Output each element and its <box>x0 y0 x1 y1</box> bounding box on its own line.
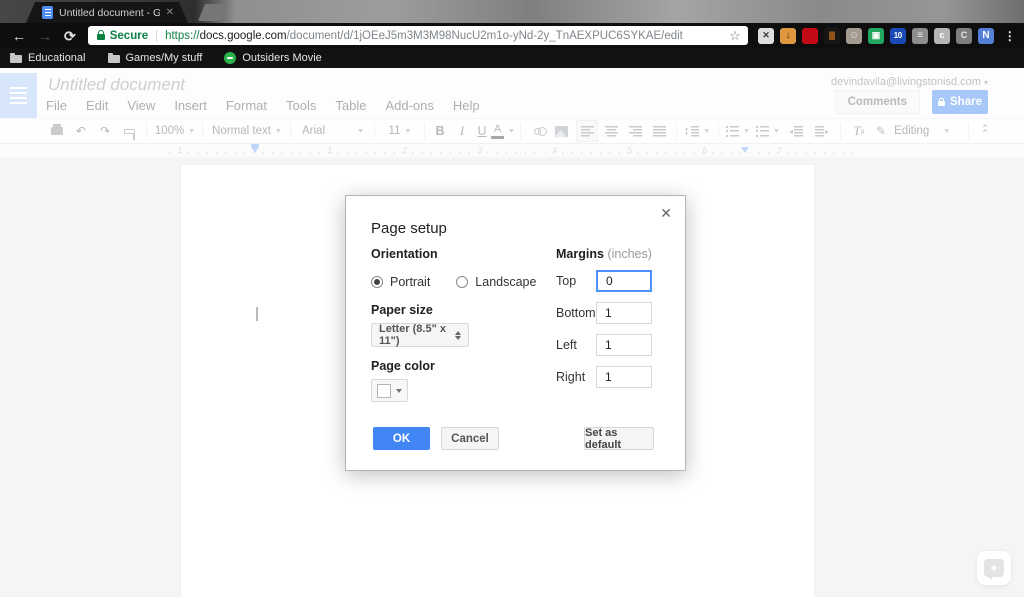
margin-left-label: Left <box>556 338 596 352</box>
margin-left-input[interactable] <box>596 334 652 356</box>
extension-icon[interactable]: C <box>956 28 972 44</box>
close-icon[interactable]: ✕ <box>660 205 672 222</box>
margin-row-top: Top <box>556 270 676 292</box>
site-favicon-icon <box>224 52 236 64</box>
extension-icon[interactable]: ▣ <box>868 28 884 44</box>
margin-row-right: Right <box>556 366 676 388</box>
extension-icon[interactable]: 10 <box>890 28 906 44</box>
radio-unselected-icon <box>456 276 468 288</box>
color-swatch <box>377 384 391 398</box>
landscape-label: Landscape <box>475 275 536 289</box>
orientation-options: Portrait Landscape <box>371 275 536 289</box>
docs-favicon-icon <box>42 6 53 19</box>
margin-top-label: Top <box>556 274 596 288</box>
forward-icon: → <box>38 29 52 43</box>
margin-row-bottom: Bottom <box>556 302 676 324</box>
extension-icon[interactable]: ☺ <box>846 28 862 44</box>
margins-unit: (inches) <box>607 247 651 261</box>
paper-size-select[interactable]: Letter (8.5" x 11") <box>371 323 469 347</box>
reload-icon[interactable]: ⟳ <box>64 29 76 43</box>
bookmark-folder-games[interactable]: Games/My stuff <box>108 52 203 64</box>
margin-right-input[interactable] <box>596 366 652 388</box>
screen: Untitled document - Goo ✕ ← → ⟳ Secure h… <box>0 0 1024 597</box>
paper-size-value: Letter (8.5" x 11") <box>379 323 455 347</box>
chevron-down-icon <box>396 389 402 393</box>
chrome-menu-icon[interactable]: ⋮ <box>1004 29 1016 43</box>
bookmark-outsiders-movie[interactable]: Outsiders Movie <box>224 52 321 64</box>
ok-button[interactable]: OK <box>373 427 430 450</box>
portrait-label: Portrait <box>390 275 430 289</box>
extension-icon[interactable]: ||| <box>824 28 840 44</box>
extension-icon[interactable]: N <box>978 28 994 44</box>
margin-bottom-input[interactable] <box>596 302 652 324</box>
margin-bottom-label: Bottom <box>556 306 596 320</box>
secure-label: Secure <box>110 30 148 42</box>
tab-title: Untitled document - Goo <box>59 7 160 19</box>
browser-toolbar: ← → ⟳ Secure https://docs.google.com/doc… <box>0 23 1024 48</box>
extension-icon[interactable]: c <box>934 28 950 44</box>
address-divider <box>156 30 157 42</box>
margin-top-input[interactable] <box>596 270 652 292</box>
bookmark-label: Games/My stuff <box>126 52 203 64</box>
bookmarks-bar: Educational Games/My stuff Outsiders Mov… <box>0 48 1024 68</box>
page-color-select[interactable] <box>371 379 408 402</box>
extensions-row: ✕ ↓ ||| ☺ ▣ 10 ≡ c C N ⋮ <box>758 28 1016 44</box>
updown-arrows-icon <box>455 331 461 340</box>
address-bar[interactable]: Secure https://docs.google.com/document/… <box>88 26 748 45</box>
page-setup-dialog: ✕ Page setup Orientation Portrait Landsc… <box>345 195 686 471</box>
tab-close-icon[interactable]: ✕ <box>166 7 174 18</box>
margins-label-text: Margins <box>556 247 604 261</box>
margin-right-label: Right <box>556 370 596 384</box>
new-tab-button[interactable] <box>198 4 228 21</box>
set-as-default-button[interactable]: Set as default <box>584 427 654 450</box>
browser-tab-strip: Untitled document - Goo ✕ <box>0 0 1024 23</box>
extension-icon[interactable]: ≡ <box>912 28 928 44</box>
folder-icon <box>108 55 120 63</box>
margin-row-left: Left <box>556 334 676 356</box>
page-color-label: Page color <box>371 359 435 373</box>
secure-lock-icon <box>97 34 105 40</box>
url-scheme: https:// <box>165 30 200 42</box>
radio-selected-icon <box>371 276 383 288</box>
folder-icon <box>10 55 22 63</box>
paper-size-label: Paper size <box>371 303 433 317</box>
url-host: docs.google.com <box>200 30 287 42</box>
browser-tab[interactable]: Untitled document - Goo ✕ <box>26 2 188 23</box>
cancel-button[interactable]: Cancel <box>441 427 499 450</box>
dialog-title: Page setup <box>371 220 447 237</box>
margins-label: Margins (inches) <box>556 247 652 261</box>
extension-icon[interactable]: ↓ <box>780 28 796 44</box>
url-path: /document/d/1jOEeJ5m3M3M98NucU2m1o-yNd-2… <box>287 30 683 42</box>
landscape-radio[interactable]: Landscape <box>456 275 536 289</box>
orientation-label: Orientation <box>371 247 438 261</box>
back-icon[interactable]: ← <box>12 29 26 43</box>
bookmark-star-icon[interactable]: ☆ <box>729 28 741 44</box>
url-text: https://docs.google.com/document/d/1jOEe… <box>165 30 723 42</box>
extension-icon[interactable] <box>802 28 818 44</box>
bookmark-folder-educational[interactable]: Educational <box>10 52 86 64</box>
bookmark-label: Outsiders Movie <box>242 52 321 64</box>
portrait-radio[interactable]: Portrait <box>371 275 430 289</box>
extension-icon[interactable]: ✕ <box>758 28 774 44</box>
bookmark-label: Educational <box>28 52 86 64</box>
